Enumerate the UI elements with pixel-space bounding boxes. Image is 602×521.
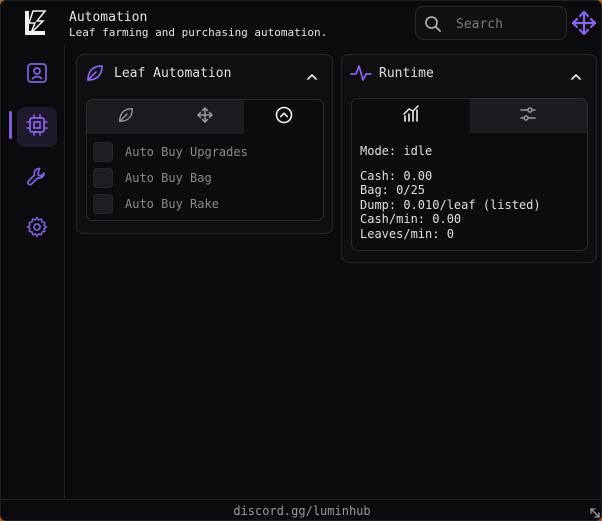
leaf-panel-header[interactable]: Leaf Automation: [77, 55, 332, 91]
sidebar-item-profile[interactable]: [17, 55, 57, 95]
leaf-tabs: [87, 100, 323, 134]
chart-icon: [402, 105, 420, 127]
search-input[interactable]: [456, 13, 556, 35]
footer: discord.gg/luminhub: [1, 499, 601, 520]
leaf-panel-title: Leaf Automation: [114, 66, 232, 81]
runtime-panel-body: Mode: idle Cash: 0.00 Bag: 0/25 Dump: 0.…: [351, 98, 588, 251]
checkbox[interactable]: [93, 194, 113, 214]
bag-text: Bag: 0/25: [360, 183, 426, 198]
profile-icon: [26, 62, 48, 88]
title-block: Automation Leaf farming and purchasing a…: [69, 10, 327, 39]
leaf-icon: [85, 63, 105, 83]
chip-icon: [25, 113, 49, 141]
runtime-stats: Mode: idle Cash: 0.00 Bag: 0/25 Dump: 0.…: [360, 144, 541, 242]
active-indicator: [9, 111, 12, 139]
app-logo: [19, 7, 51, 39]
sidebar: [1, 45, 65, 499]
runtime-tabs: [352, 99, 587, 133]
tab-upgrades[interactable]: [244, 100, 323, 134]
runtime-panel-header[interactable]: Runtime: [342, 55, 596, 91]
window-header: Automation Leaf farming and purchasing a…: [1, 1, 601, 45]
tab-move[interactable]: [165, 100, 245, 134]
mode-text: Mode: idle: [360, 144, 433, 158]
tab-settings[interactable]: [469, 99, 587, 133]
move-arrows-icon: [196, 106, 214, 128]
resize-handle-icon[interactable]: [589, 504, 601, 518]
tab-stats[interactable]: [352, 99, 470, 133]
tab-leaf[interactable]: [87, 100, 166, 134]
chevron-circle-up-icon: [275, 106, 293, 128]
option-auto-buy-upgrades[interactable]: Auto Buy Upgrades: [93, 142, 248, 162]
leaves-per-min-text: Leaves/min: 0: [360, 226, 454, 241]
pulse-icon: [350, 63, 372, 83]
option-label: Auto Buy Rake: [125, 197, 219, 211]
checkbox[interactable]: [93, 142, 113, 162]
search-box[interactable]: [415, 6, 567, 40]
move-window-icon[interactable]: [570, 9, 598, 37]
cash-per-min-text: Cash/min: 0.00: [360, 212, 462, 227]
page-subtitle: Leaf farming and purchasing automation.: [69, 26, 328, 39]
option-auto-buy-rake[interactable]: Auto Buy Rake: [93, 194, 219, 214]
sidebar-item-automation[interactable]: [17, 107, 57, 147]
leaf-automation-panel: Leaf Automation Auto Buy Upgrades Auto B…: [76, 54, 333, 234]
checkbox[interactable]: [93, 168, 113, 188]
automation-window: Automation Leaf farming and purchasing a…: [0, 0, 602, 521]
collapse-chevron-icon[interactable]: [306, 67, 318, 80]
leaf-tab-icon: [117, 106, 135, 128]
leaf-panel-body: Auto Buy Upgrades Auto Buy Bag Auto Buy …: [86, 99, 324, 221]
sidebar-item-tools[interactable]: [17, 159, 57, 199]
runtime-panel: Runtime Mode: idle Cash: 0.00 Bag: 0/25 …: [341, 54, 597, 263]
page-title: Automation: [69, 10, 148, 25]
runtime-panel-title: Runtime: [379, 66, 434, 81]
option-label: Auto Buy Upgrades: [125, 145, 248, 159]
discord-link[interactable]: discord.gg/luminhub: [1, 504, 601, 518]
option-label: Auto Buy Bag: [125, 171, 212, 185]
sliders-icon: [519, 105, 537, 127]
collapse-chevron-icon[interactable]: [570, 67, 582, 80]
search-icon: [424, 15, 442, 33]
cash-text: Cash: 0.00: [360, 168, 433, 183]
gear-icon: [25, 215, 49, 243]
sidebar-item-settings[interactable]: [17, 209, 57, 249]
wrench-icon: [25, 165, 49, 193]
dump-text: Dump: 0.010/leaf (listed): [360, 197, 541, 212]
option-auto-buy-bag[interactable]: Auto Buy Bag: [93, 168, 212, 188]
